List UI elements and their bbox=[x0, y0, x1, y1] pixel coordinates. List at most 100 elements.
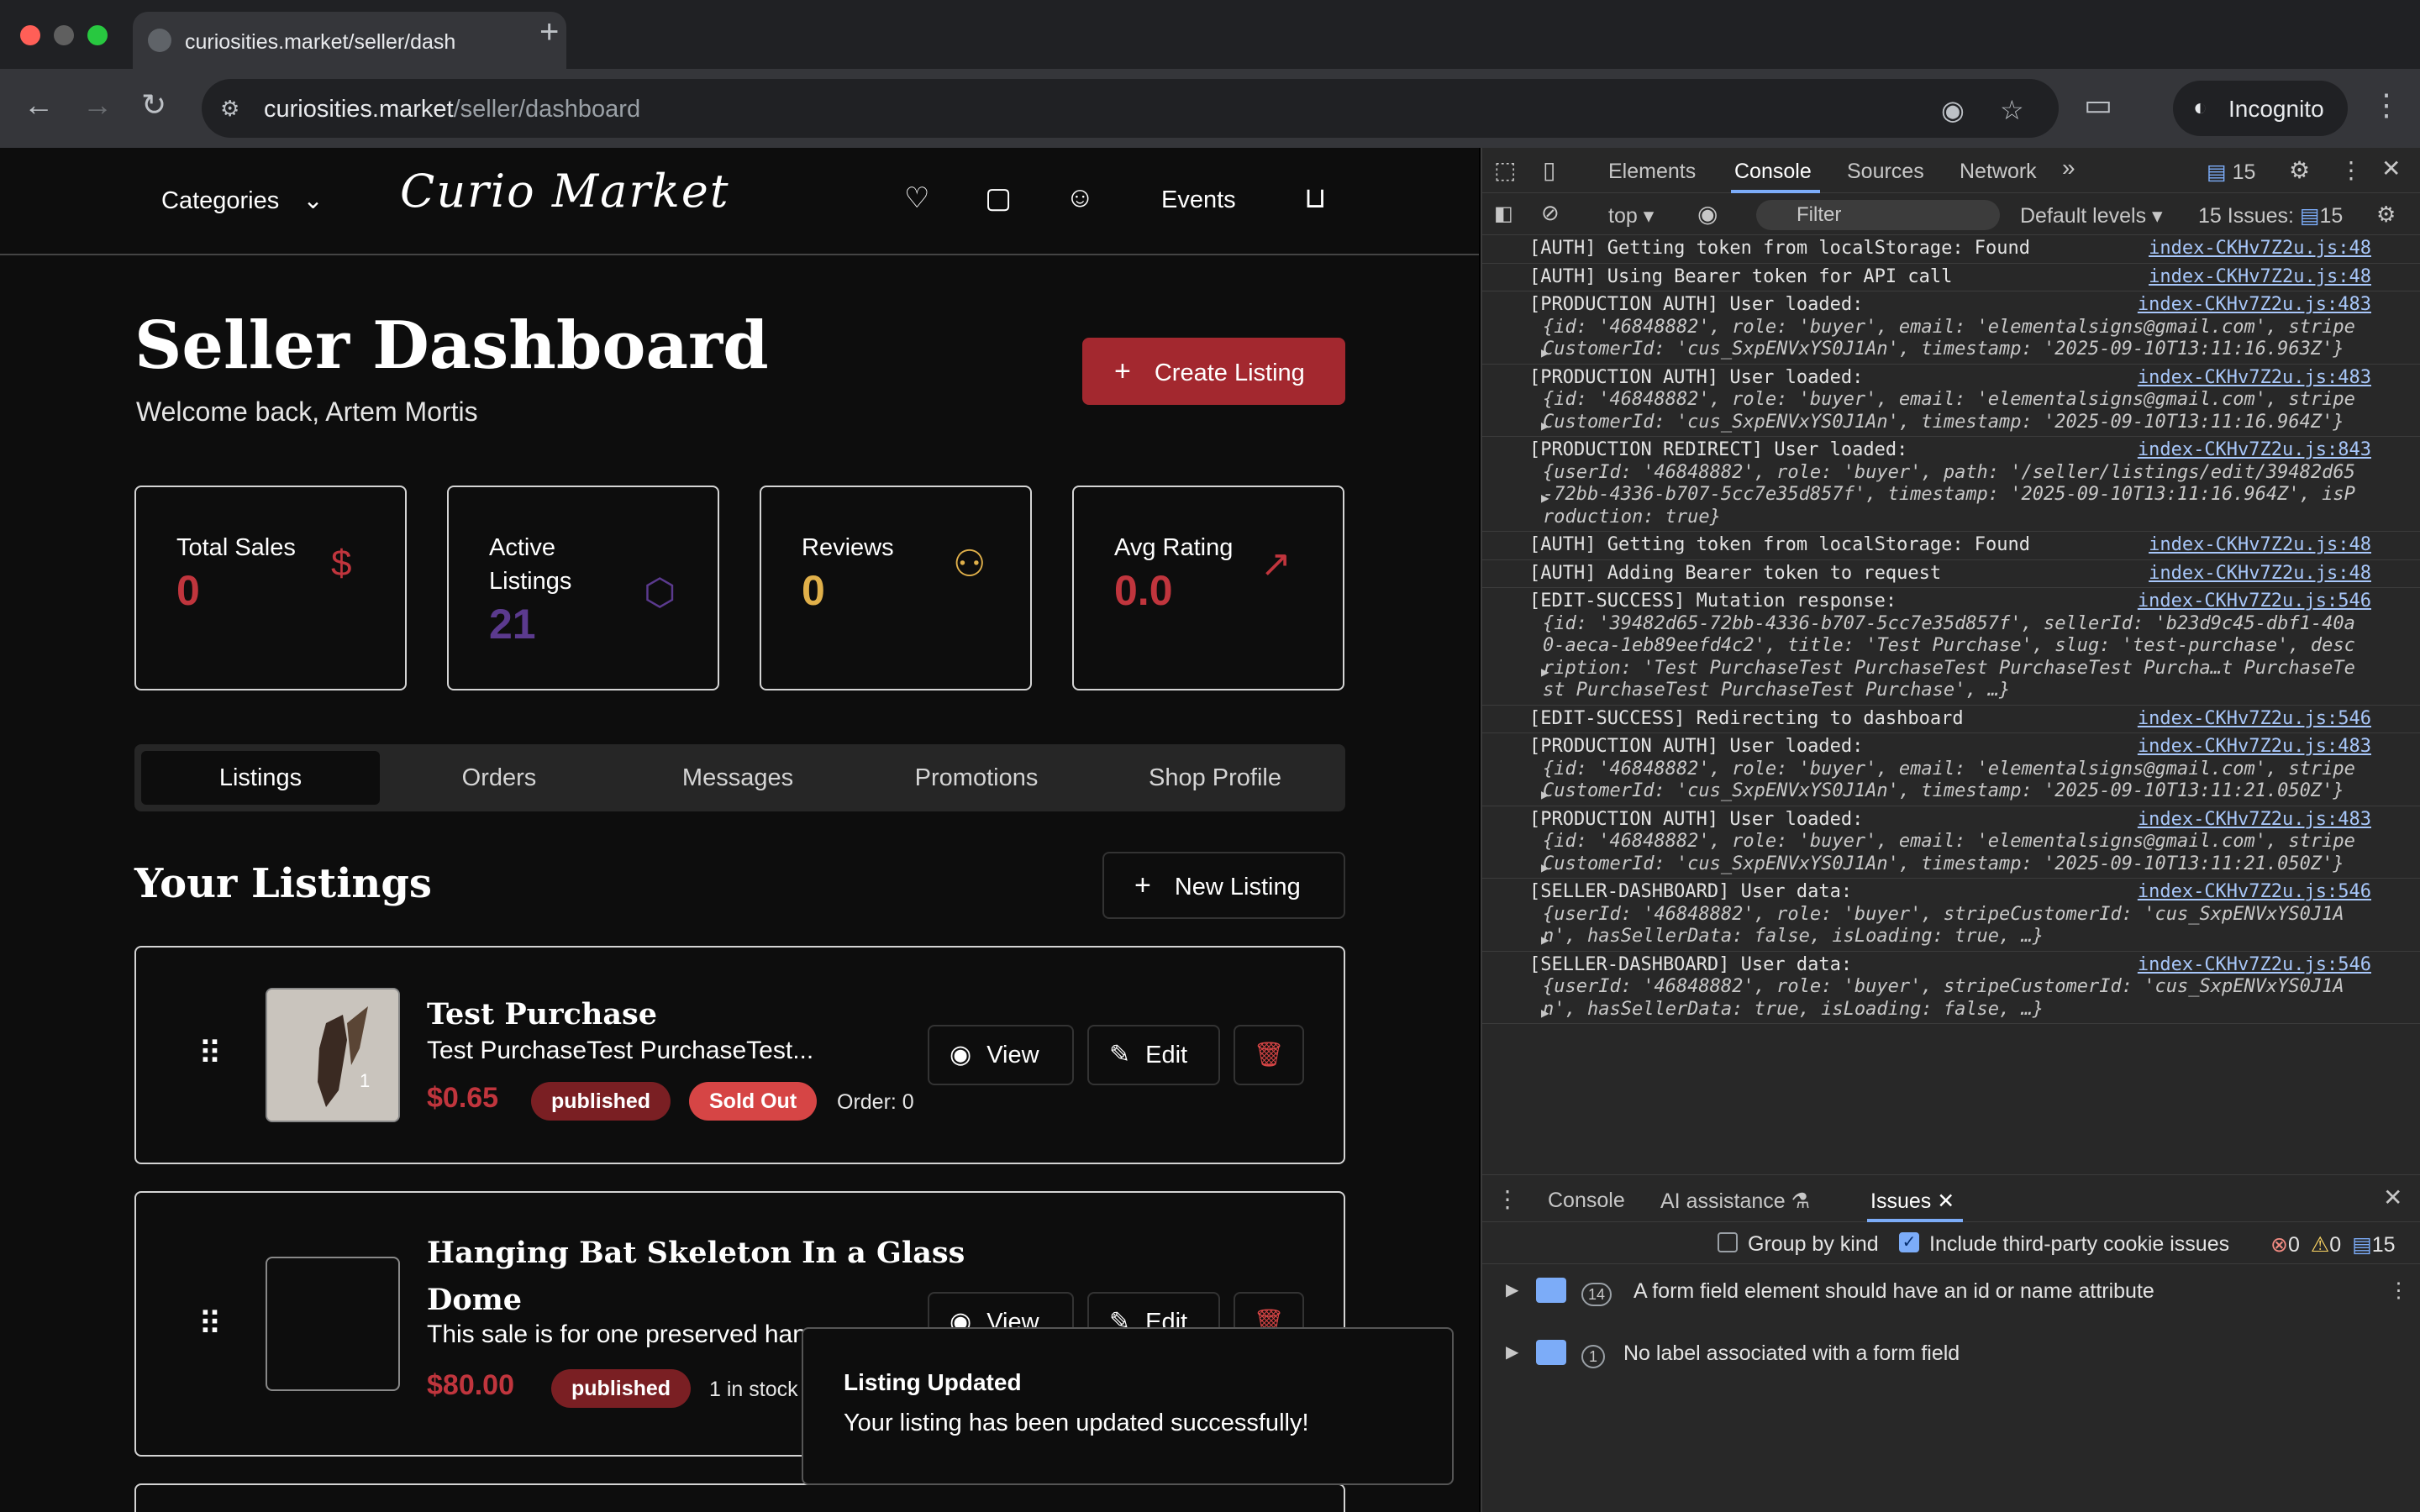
more-tabs-icon[interactable]: » bbox=[2062, 155, 2075, 181]
console-source-link[interactable]: index-CKHv7Z2u.js:48 bbox=[2149, 266, 2371, 289]
maximize-window-button[interactable] bbox=[87, 25, 108, 45]
drawer-tab-console[interactable]: Console bbox=[1548, 1189, 1625, 1213]
issue-row[interactable]: ▶ 14 A form field element should have an… bbox=[1482, 1264, 2420, 1326]
console-message[interactable]: [AUTH] Using Bearer token for API call in… bbox=[1482, 264, 2420, 291]
close-icon[interactable]: ✕ bbox=[2381, 155, 2401, 182]
close-window-button[interactable] bbox=[20, 25, 40, 45]
sidebar-toggle-icon[interactable]: ◧ bbox=[1494, 202, 1513, 226]
eye-icon[interactable]: ◉ bbox=[1697, 200, 1718, 228]
kebab-menu-icon[interactable]: ⋮ bbox=[2371, 87, 2402, 123]
expand-arrow-icon[interactable]: ▶ bbox=[1541, 929, 1549, 952]
new-listing-button[interactable]: + New Listing bbox=[1102, 852, 1345, 919]
cart-icon[interactable]: ⊔ bbox=[1304, 181, 1327, 215]
console-message[interactable]: [EDIT-SUCCESS] Mutation response: index-C… bbox=[1482, 588, 2420, 706]
heart-icon[interactable]: ♡ bbox=[904, 181, 929, 215]
expand-arrow-icon[interactable]: ▶ bbox=[1541, 857, 1549, 879]
console-source-link[interactable]: index-CKHv7Z2u.js:48 bbox=[2149, 563, 2371, 585]
console-message[interactable]: [PRODUCTION REDIRECT] User loaded: index-… bbox=[1482, 437, 2420, 532]
console-message[interactable]: [AUTH] Getting token from localStorage: … bbox=[1482, 235, 2420, 264]
kebab-menu-icon[interactable]: ⋮ bbox=[2339, 156, 2363, 184]
logo[interactable]: Curio Market bbox=[400, 165, 730, 218]
console-source-link[interactable]: index-CKHv7Z2u.js:546 bbox=[2138, 708, 2371, 731]
console-message[interactable]: [AUTH] Getting token from localStorage: … bbox=[1482, 532, 2420, 560]
console-source-link[interactable]: index-CKHv7Z2u.js:483 bbox=[2138, 367, 2371, 390]
inspect-icon[interactable]: ⬚ bbox=[1494, 156, 1516, 184]
view-button[interactable]: ◉ View bbox=[928, 1025, 1074, 1085]
console-source-link[interactable]: index-CKHv7Z2u.js:483 bbox=[2138, 736, 2371, 759]
console-message[interactable]: [PRODUCTION AUTH] User loaded: index-CKHv… bbox=[1482, 291, 2420, 365]
message-icon[interactable]: ▢ bbox=[985, 181, 1012, 215]
tab-network[interactable]: Network bbox=[1960, 160, 2037, 184]
levels-dropdown[interactable]: Default levels ▾ bbox=[2020, 203, 2163, 228]
issues-badge[interactable]: ▤ 15 bbox=[2207, 160, 2255, 185]
create-listing-button[interactable]: + Create Listing bbox=[1082, 338, 1345, 405]
drawer-tab-issues[interactable]: Issues ✕ bbox=[1870, 1189, 1954, 1214]
site-info-icon[interactable]: ⚙ bbox=[220, 96, 239, 122]
expand-arrow-icon[interactable]: ▶ bbox=[1541, 661, 1549, 684]
tab-console[interactable]: Console bbox=[1734, 160, 1812, 184]
console-source-link[interactable]: index-CKHv7Z2u.js:483 bbox=[2138, 294, 2371, 317]
console-source-link[interactable]: index-CKHv7Z2u.js:48 bbox=[2149, 238, 2371, 260]
console-source-link[interactable]: index-CKHv7Z2u.js:843 bbox=[2138, 439, 2371, 462]
drag-handle-icon[interactable]: ⠿ bbox=[198, 1305, 222, 1343]
tab-elements[interactable]: Elements bbox=[1608, 160, 1696, 184]
console-message[interactable]: [AUTH] Adding Bearer token to request ind… bbox=[1482, 560, 2420, 588]
browser-tab[interactable]: curiosities.market/seller/dash bbox=[133, 12, 566, 69]
tab-listings[interactable]: Listings bbox=[141, 751, 380, 805]
context-selector[interactable]: top ▾ bbox=[1608, 203, 1654, 228]
close-icon[interactable]: ✕ bbox=[1937, 1189, 1954, 1213]
console-source-link[interactable]: index-CKHv7Z2u.js:546 bbox=[2138, 591, 2371, 613]
console-source-link[interactable]: index-CKHv7Z2u.js:483 bbox=[2138, 809, 2371, 832]
console-message[interactable]: [EDIT-SUCCESS] Redirecting to dashboard i… bbox=[1482, 706, 2420, 733]
tab-orders[interactable]: Orders bbox=[380, 751, 618, 805]
drawer-tab-ai-assistance[interactable]: AI assistance ⚗ bbox=[1660, 1189, 1810, 1214]
tab-messages[interactable]: Messages bbox=[618, 751, 857, 805]
device-toolbar-icon[interactable]: ▯ bbox=[1543, 156, 1555, 184]
console-message[interactable]: [SELLER-DASHBOARD] User data: index-CKHv7… bbox=[1482, 952, 2420, 1025]
close-drawer-icon[interactable]: ✕ bbox=[2383, 1184, 2402, 1211]
console-source-link[interactable]: index-CKHv7Z2u.js:48 bbox=[2149, 534, 2371, 557]
delete-button[interactable]: 🗑 bbox=[1234, 1025, 1304, 1085]
console-message[interactable]: [PRODUCTION AUTH] User loaded: index-CKHv… bbox=[1482, 365, 2420, 438]
cast-icon[interactable]: ▭ bbox=[2084, 87, 2112, 123]
drag-handle-icon[interactable]: ⠿ bbox=[198, 1035, 222, 1073]
issue-menu-icon[interactable]: ⋮ bbox=[2388, 1278, 2409, 1303]
address-bar[interactable]: ⚙ curiosities.market/seller/dashboard ◉ … bbox=[202, 79, 2059, 138]
edit-button[interactable]: ✎ Edit bbox=[1087, 1025, 1220, 1085]
console-settings-icon[interactable]: ⚙ bbox=[2376, 202, 2396, 228]
console-source-link[interactable]: index-CKHv7Z2u.js:546 bbox=[2138, 954, 2371, 977]
info-icon: ▤ bbox=[2352, 1233, 2372, 1257]
expand-arrow-icon[interactable]: ▶ bbox=[1541, 342, 1549, 365]
forward-icon[interactable]: → bbox=[82, 87, 113, 123]
star-icon[interactable]: ☆ bbox=[2000, 94, 2024, 126]
expand-arrow-icon[interactable]: ▶ bbox=[1541, 1002, 1549, 1025]
new-tab-button[interactable]: + bbox=[539, 13, 559, 51]
expand-arrow-icon[interactable]: ▶ bbox=[1541, 784, 1549, 806]
categories-dropdown[interactable]: Categories ⌄ bbox=[161, 186, 324, 215]
incognito-button[interactable]: ◐ Incognito bbox=[2173, 81, 2348, 136]
toast-notification[interactable]: Listing Updated Your listing has been up… bbox=[802, 1327, 1454, 1485]
events-link[interactable]: Events bbox=[1161, 186, 1236, 214]
console-message[interactable]: [PRODUCTION AUTH] User loaded: index-CKHv… bbox=[1482, 733, 2420, 806]
user-icon[interactable]: ☺ bbox=[1065, 181, 1095, 214]
expand-arrow-icon[interactable]: ▶ bbox=[1541, 415, 1549, 438]
issues-summary[interactable]: 15 Issues: ▤15 bbox=[2198, 203, 2343, 228]
issue-row[interactable]: ▶ 1 No label associated with a form fiel… bbox=[1482, 1326, 2420, 1389]
filter-input[interactable]: Filter bbox=[1756, 200, 2000, 230]
group-by-kind-checkbox[interactable] bbox=[1718, 1232, 1738, 1252]
reload-icon[interactable]: ↻ bbox=[141, 87, 166, 123]
back-icon[interactable]: ← bbox=[24, 87, 54, 123]
clear-console-icon[interactable]: ⊘ bbox=[1541, 200, 1560, 226]
settings-icon[interactable]: ⚙ bbox=[2289, 156, 2310, 184]
minimize-window-button[interactable] bbox=[54, 25, 74, 45]
tab-sources[interactable]: Sources bbox=[1847, 160, 1924, 184]
tab-promotions[interactable]: Promotions bbox=[857, 751, 1096, 805]
expand-arrow-icon[interactable]: ▶ bbox=[1541, 487, 1549, 510]
third-party-checkbox[interactable]: ✓ bbox=[1899, 1232, 1919, 1252]
eye-off-icon[interactable]: ◉ bbox=[1941, 94, 1965, 126]
drawer-menu-icon[interactable]: ⋮ bbox=[1496, 1185, 1519, 1213]
tab-shop-profile[interactable]: Shop Profile bbox=[1096, 751, 1334, 805]
console-message[interactable]: [SELLER-DASHBOARD] User data: index-CKHv7… bbox=[1482, 879, 2420, 952]
console-source-link[interactable]: index-CKHv7Z2u.js:546 bbox=[2138, 881, 2371, 904]
console-message[interactable]: [PRODUCTION AUTH] User loaded: index-CKHv… bbox=[1482, 806, 2420, 879]
